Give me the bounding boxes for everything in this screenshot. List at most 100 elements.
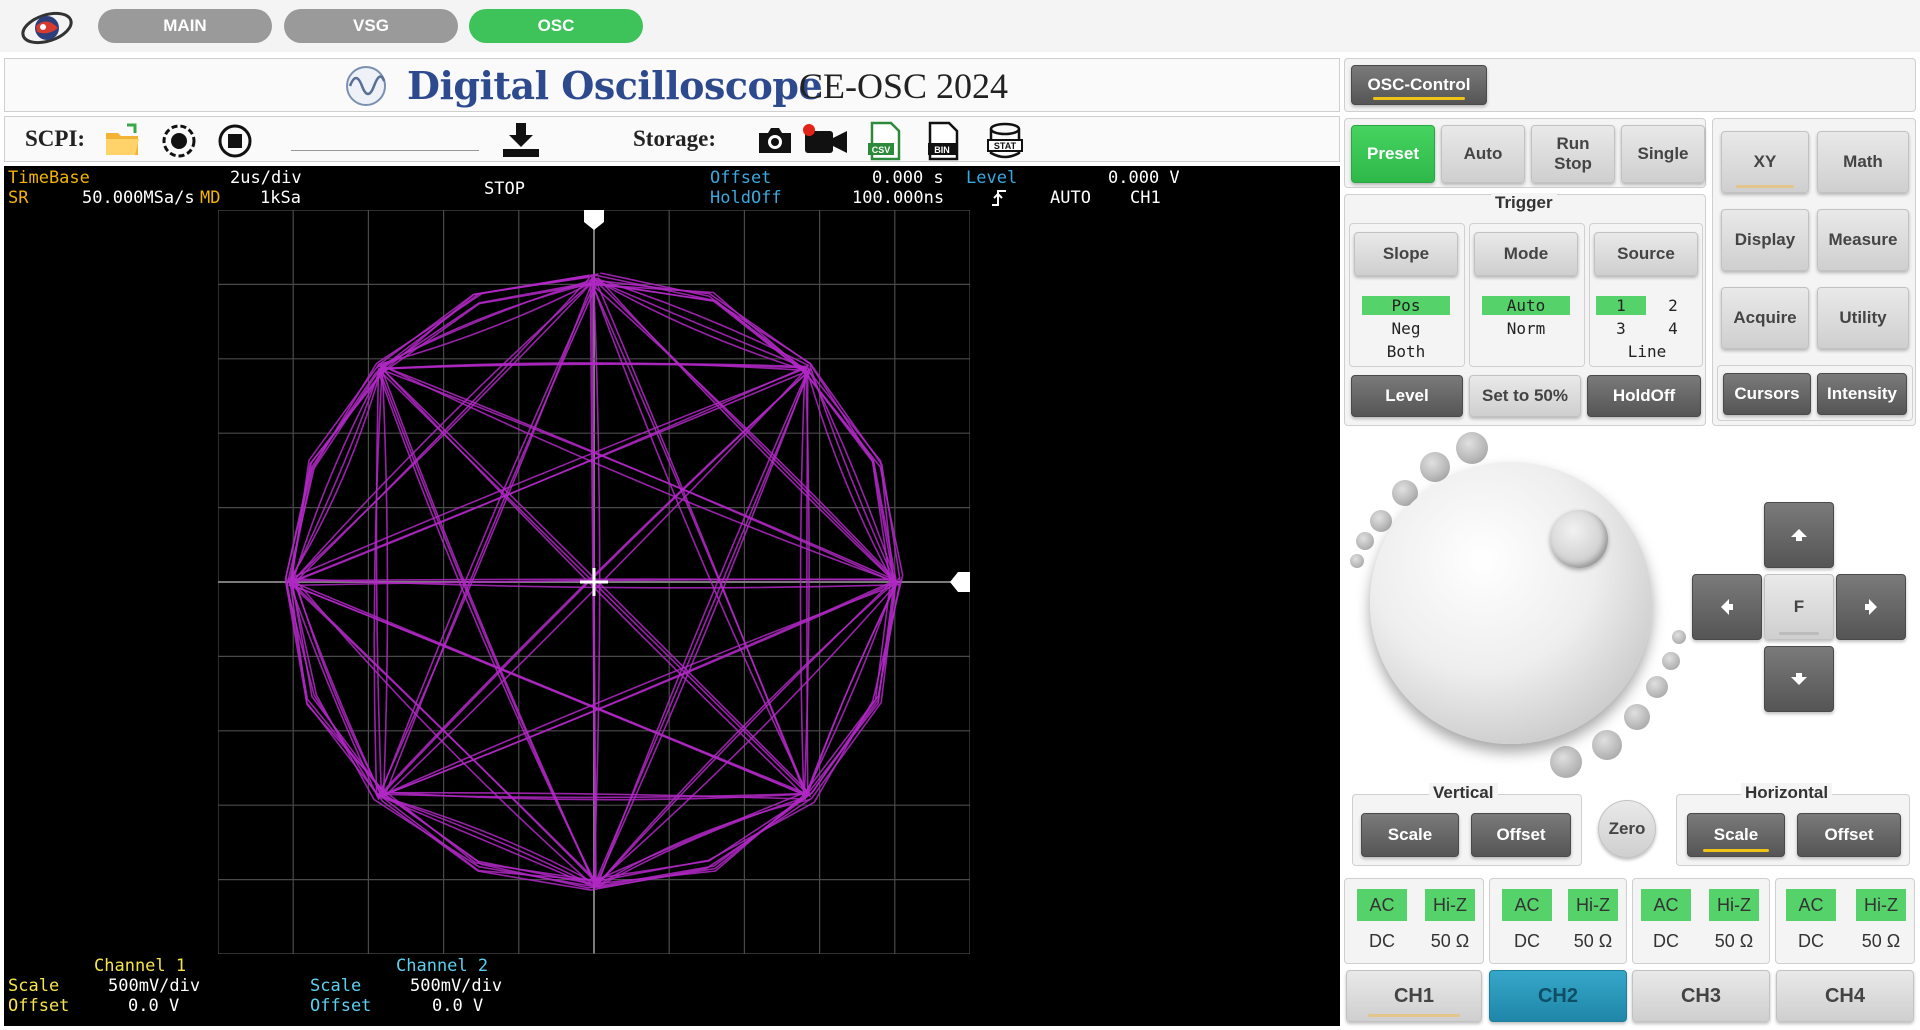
slope-option-both[interactable]: Both [1362, 342, 1450, 361]
memory-depth-label: MD [200, 188, 221, 208]
source-option-2[interactable]: 2 [1648, 296, 1698, 315]
source-option-4[interactable]: 4 [1648, 319, 1698, 338]
right-arrow-button[interactable] [1836, 574, 1906, 640]
ch3-50ohm-option[interactable]: 50 Ω [1709, 925, 1759, 957]
ch1-hiz-option[interactable]: Hi-Z [1425, 889, 1475, 921]
ch2-50ohm-option[interactable]: 50 Ω [1568, 925, 1618, 957]
ch3-hiz-option[interactable]: Hi-Z [1709, 889, 1759, 921]
knob-dot [1350, 554, 1364, 568]
source-option-3[interactable]: 3 [1596, 319, 1646, 338]
stat-icon[interactable]: STAT [985, 121, 1025, 161]
utility-button[interactable]: Utility [1817, 287, 1909, 349]
intensity-button[interactable]: Intensity [1817, 373, 1907, 415]
run-stop-label-run: Run [1556, 134, 1590, 154]
math-button[interactable]: Math [1817, 131, 1909, 193]
down-arrow-button[interactable] [1764, 646, 1834, 712]
up-arrow-icon [1791, 529, 1807, 541]
camera-icon[interactable] [755, 121, 795, 161]
rotary-knob[interactable] [1370, 462, 1652, 744]
mode-option-norm[interactable]: Norm [1482, 319, 1570, 338]
vertical-panel: Vertical Scale Offset [1352, 783, 1582, 866]
horizontal-position-marker-icon[interactable] [584, 210, 604, 230]
csv-file-icon[interactable]: CSV [865, 121, 905, 161]
ch2-ac-option[interactable]: AC [1502, 889, 1552, 921]
ch1-dc-option[interactable]: DC [1357, 925, 1407, 957]
source-option-1[interactable]: 1 [1596, 296, 1646, 315]
xy-button[interactable]: XY [1721, 131, 1809, 193]
bin-file-icon[interactable]: BIN [923, 121, 963, 161]
set-to-50-button[interactable]: Set to 50% [1469, 375, 1581, 417]
horizontal-panel: Horizontal Scale Offset [1676, 783, 1910, 866]
auto-button[interactable]: Auto [1441, 125, 1525, 183]
measure-button[interactable]: Measure [1817, 209, 1909, 271]
left-arrow-icon [1721, 599, 1733, 615]
xy-plot[interactable] [218, 210, 970, 954]
source-button[interactable]: Source [1594, 232, 1698, 276]
slope-button[interactable]: Slope [1354, 232, 1458, 276]
horizontal-scale-button[interactable]: Scale [1687, 813, 1785, 857]
ch3-dc-option[interactable]: DC [1641, 925, 1691, 957]
ch1-50ohm-option[interactable]: 50 Ω [1425, 925, 1475, 957]
tab-main[interactable]: MAIN [98, 9, 272, 43]
ch4-ac-option[interactable]: AC [1786, 889, 1836, 921]
run-controls-panel: Preset Auto Run Stop Single [1344, 118, 1706, 188]
download-icon[interactable] [501, 121, 541, 161]
ch2-dc-option[interactable]: DC [1502, 925, 1552, 957]
ch2-hiz-option[interactable]: Hi-Z [1568, 889, 1618, 921]
horizontal-group-label: Horizontal [1741, 783, 1833, 803]
ch3-ac-option[interactable]: AC [1641, 889, 1691, 921]
vertical-scale-button[interactable]: Scale [1361, 813, 1459, 857]
app-logo-icon [21, 11, 73, 45]
scpi-command-field[interactable] [291, 150, 479, 151]
open-folder-icon[interactable] [103, 121, 143, 161]
slope-option-neg[interactable]: Neg [1362, 319, 1450, 338]
f-key-button[interactable]: F [1764, 574, 1834, 640]
single-button[interactable]: Single [1621, 125, 1705, 183]
model-label: CE-OSC 2024 [799, 66, 1009, 106]
ch3-button[interactable]: CH3 [1632, 970, 1770, 1022]
stop-icon[interactable] [215, 121, 255, 161]
knob-dot [1624, 704, 1650, 730]
ch1-offset-label: Offset [8, 996, 70, 1016]
svg-text:BIN: BIN [934, 145, 950, 155]
trigger-level-marker-icon[interactable] [950, 572, 970, 592]
mode-button[interactable]: Mode [1474, 232, 1578, 276]
up-arrow-button[interactable] [1764, 502, 1834, 568]
ch4-button[interactable]: CH4 [1776, 970, 1914, 1022]
scpi-storage-toolbar: SCPI: Storage: CSV BIN STAT [4, 116, 1340, 162]
knob-dot [1646, 676, 1668, 698]
display-button[interactable]: Display [1721, 209, 1809, 271]
holdoff-button[interactable]: HoldOff [1587, 375, 1701, 417]
scope-display[interactable]: TimeBase 2us/div SR 50.000MSa/s MD 1kSa … [4, 166, 1340, 1026]
svg-text:STAT: STAT [994, 141, 1017, 151]
preset-button[interactable]: Preset [1351, 125, 1435, 183]
zero-button[interactable]: Zero [1598, 800, 1656, 858]
ch4-dc-option[interactable]: DC [1786, 925, 1836, 957]
left-arrow-button[interactable] [1692, 574, 1762, 640]
mode-option-auto[interactable]: Auto [1482, 296, 1570, 315]
tab-osc[interactable]: OSC [469, 9, 643, 43]
horizontal-offset-button[interactable]: Offset [1797, 813, 1901, 857]
mode-group: Mode Auto Norm [1469, 223, 1585, 367]
ch4-50ohm-option[interactable]: 50 Ω [1856, 925, 1906, 957]
ch1-ac-option[interactable]: AC [1357, 889, 1407, 921]
osc-control-button[interactable]: OSC-Control [1351, 65, 1487, 105]
ch2-coupling-panel: AC DC Hi-Z 50 Ω [1489, 878, 1627, 964]
slope-option-pos[interactable]: Pos [1362, 296, 1450, 315]
ch1-scale-value: 500mV/div [108, 976, 201, 996]
trigger-level-button[interactable]: Level [1351, 375, 1463, 417]
ch4-hiz-option[interactable]: Hi-Z [1856, 889, 1906, 921]
ch2-button[interactable]: CH2 [1489, 970, 1627, 1022]
record-icon[interactable] [159, 121, 199, 161]
run-stop-button[interactable]: Run Stop [1531, 125, 1615, 183]
vertical-offset-button[interactable]: Offset [1471, 813, 1571, 857]
tab-vsg[interactable]: VSG [284, 9, 458, 43]
video-record-icon[interactable] [801, 121, 851, 161]
knob-grip[interactable] [1550, 510, 1608, 568]
ch1-button[interactable]: CH1 [1346, 970, 1482, 1022]
source-option-line[interactable]: Line [1596, 342, 1698, 361]
acquire-button[interactable]: Acquire [1721, 287, 1809, 349]
rising-edge-icon [992, 190, 1006, 206]
cursors-button[interactable]: Cursors [1723, 373, 1811, 415]
down-arrow-icon [1791, 673, 1807, 685]
